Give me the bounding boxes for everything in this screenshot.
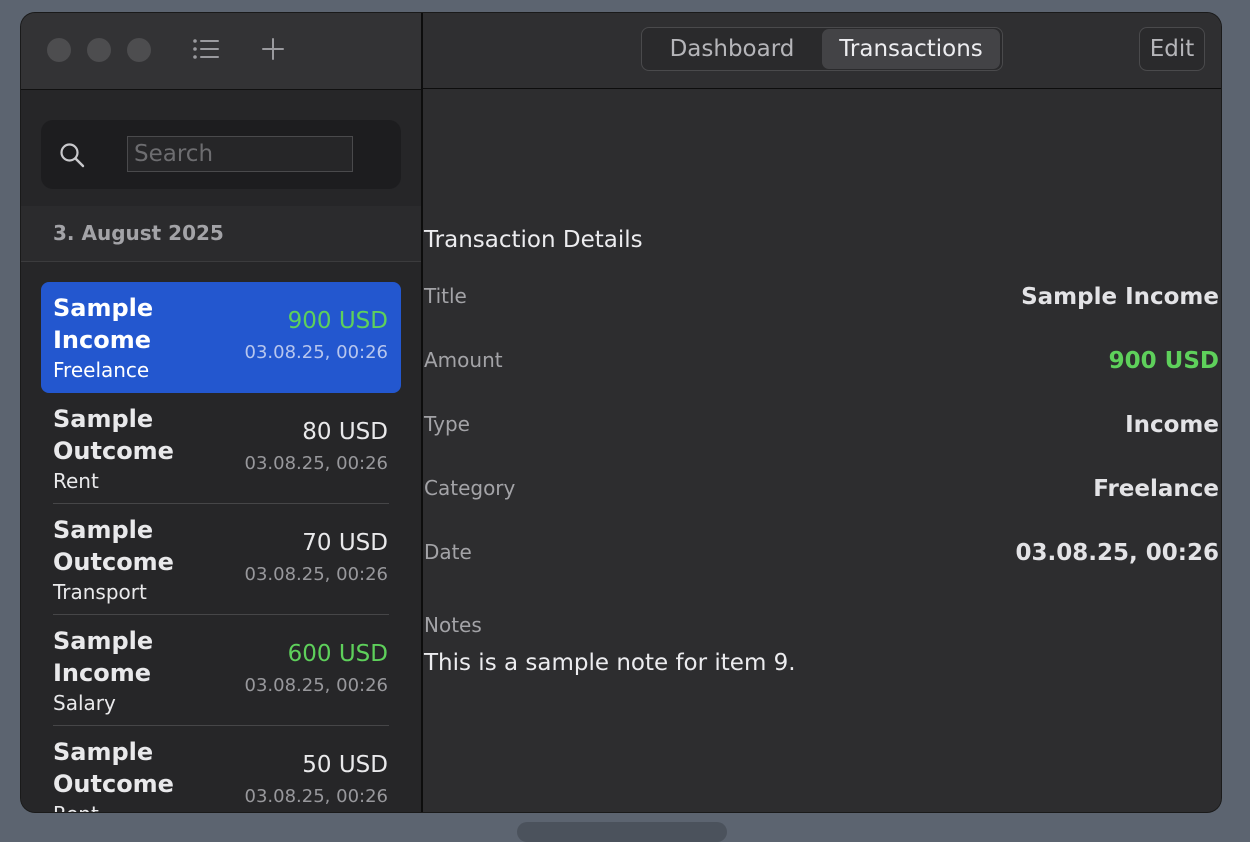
transaction-row[interactable]: Sample Income Salary 600 USD 03.08.25, 0…: [41, 615, 401, 726]
background-shape: [517, 822, 727, 842]
search-bar: [41, 120, 401, 189]
transaction-row[interactable]: Sample Outcome Rent 80 USD 03.08.25, 00:…: [41, 393, 401, 504]
list-icon: [193, 39, 219, 59]
transaction-title: Sample Outcome: [53, 516, 174, 576]
detail-row-type: Type Income: [423, 412, 1221, 452]
transaction-list: Sample Income Freelance 900 USD 03.08.25…: [21, 282, 421, 812]
transaction-title: Sample Outcome: [53, 738, 174, 798]
transaction-amount: 80 USD: [302, 419, 388, 445]
transaction-row[interactable]: Sample Income Freelance 900 USD 03.08.25…: [41, 282, 401, 393]
detail-value: Sample Income: [1021, 284, 1219, 310]
app-window: 3. August 2025 Sample Income Freelance 9…: [21, 13, 1221, 812]
section-date-label: 3. August 2025: [53, 221, 224, 245]
detail-row-date: Date 03.08.25, 00:26: [423, 540, 1221, 580]
sidebar: 3. August 2025 Sample Income Freelance 9…: [21, 13, 421, 812]
detail-label: Amount: [424, 348, 503, 372]
sidebar-titlebar: [21, 13, 421, 90]
main-toolbar: Dashboard Transactions Edit: [423, 13, 1221, 89]
detail-value: 900 USD: [1108, 348, 1219, 374]
edit-button[interactable]: Edit: [1139, 27, 1205, 71]
tab-dashboard[interactable]: Dashboard: [643, 29, 821, 69]
search-icon: [60, 143, 85, 168]
transaction-category: Salary: [53, 691, 116, 715]
transaction-category: Freelance: [53, 358, 150, 382]
minimize-window-button[interactable]: [87, 38, 111, 62]
search-input[interactable]: [127, 136, 353, 172]
detail-row-title: Title Sample Income: [423, 284, 1221, 324]
transaction-category: Rent: [53, 802, 99, 812]
plus-icon: [262, 38, 284, 60]
transaction-category: Transport: [53, 580, 147, 604]
transaction-amount: 70 USD: [302, 530, 388, 556]
transaction-amount: 50 USD: [302, 752, 388, 778]
transaction-amount: 600 USD: [287, 641, 388, 667]
transaction-category: Rent: [53, 469, 99, 493]
details-heading: Transaction Details: [424, 227, 643, 253]
transaction-row[interactable]: Sample Outcome Transport 70 USD 03.08.25…: [41, 504, 401, 615]
detail-value: Income: [1125, 412, 1219, 438]
transaction-date: 03.08.25, 00:26: [244, 675, 388, 696]
transaction-date: 03.08.25, 00:26: [244, 342, 388, 363]
transaction-date: 03.08.25, 00:26: [244, 786, 388, 807]
notes-label: Notes: [424, 613, 482, 637]
detail-label: Title: [424, 284, 467, 308]
transaction-date: 03.08.25, 00:26: [244, 453, 388, 474]
transaction-amount: 900 USD: [287, 308, 388, 334]
add-transaction-button[interactable]: [255, 33, 291, 65]
detail-value: 03.08.25, 00:26: [1015, 540, 1219, 566]
detail-label: Type: [424, 412, 470, 436]
view-switcher: Dashboard Transactions: [641, 27, 1003, 71]
notes-text: This is a sample note for item 9.: [424, 650, 796, 676]
detail-row-category: Category Freelance: [423, 476, 1221, 516]
date-section-header: 3. August 2025: [21, 206, 421, 262]
transaction-title: Sample Income: [53, 627, 154, 687]
detail-row-amount: Amount 900 USD: [423, 348, 1221, 388]
tab-transactions[interactable]: Transactions: [822, 29, 1000, 69]
transaction-row[interactable]: Sample Outcome Rent 50 USD 03.08.25, 00:…: [41, 726, 401, 812]
toggle-sidebar-button[interactable]: [188, 33, 224, 65]
detail-label: Date: [424, 540, 472, 564]
transaction-date: 03.08.25, 00:26: [244, 564, 388, 585]
close-window-button[interactable]: [47, 38, 71, 62]
detail-pane: Dashboard Transactions Edit Transaction …: [423, 13, 1221, 812]
transaction-title: Sample Income: [53, 294, 154, 354]
detail-value: Freelance: [1093, 476, 1219, 502]
transaction-title: Sample Outcome: [53, 405, 174, 465]
zoom-window-button[interactable]: [127, 38, 151, 62]
detail-label: Category: [424, 476, 516, 500]
